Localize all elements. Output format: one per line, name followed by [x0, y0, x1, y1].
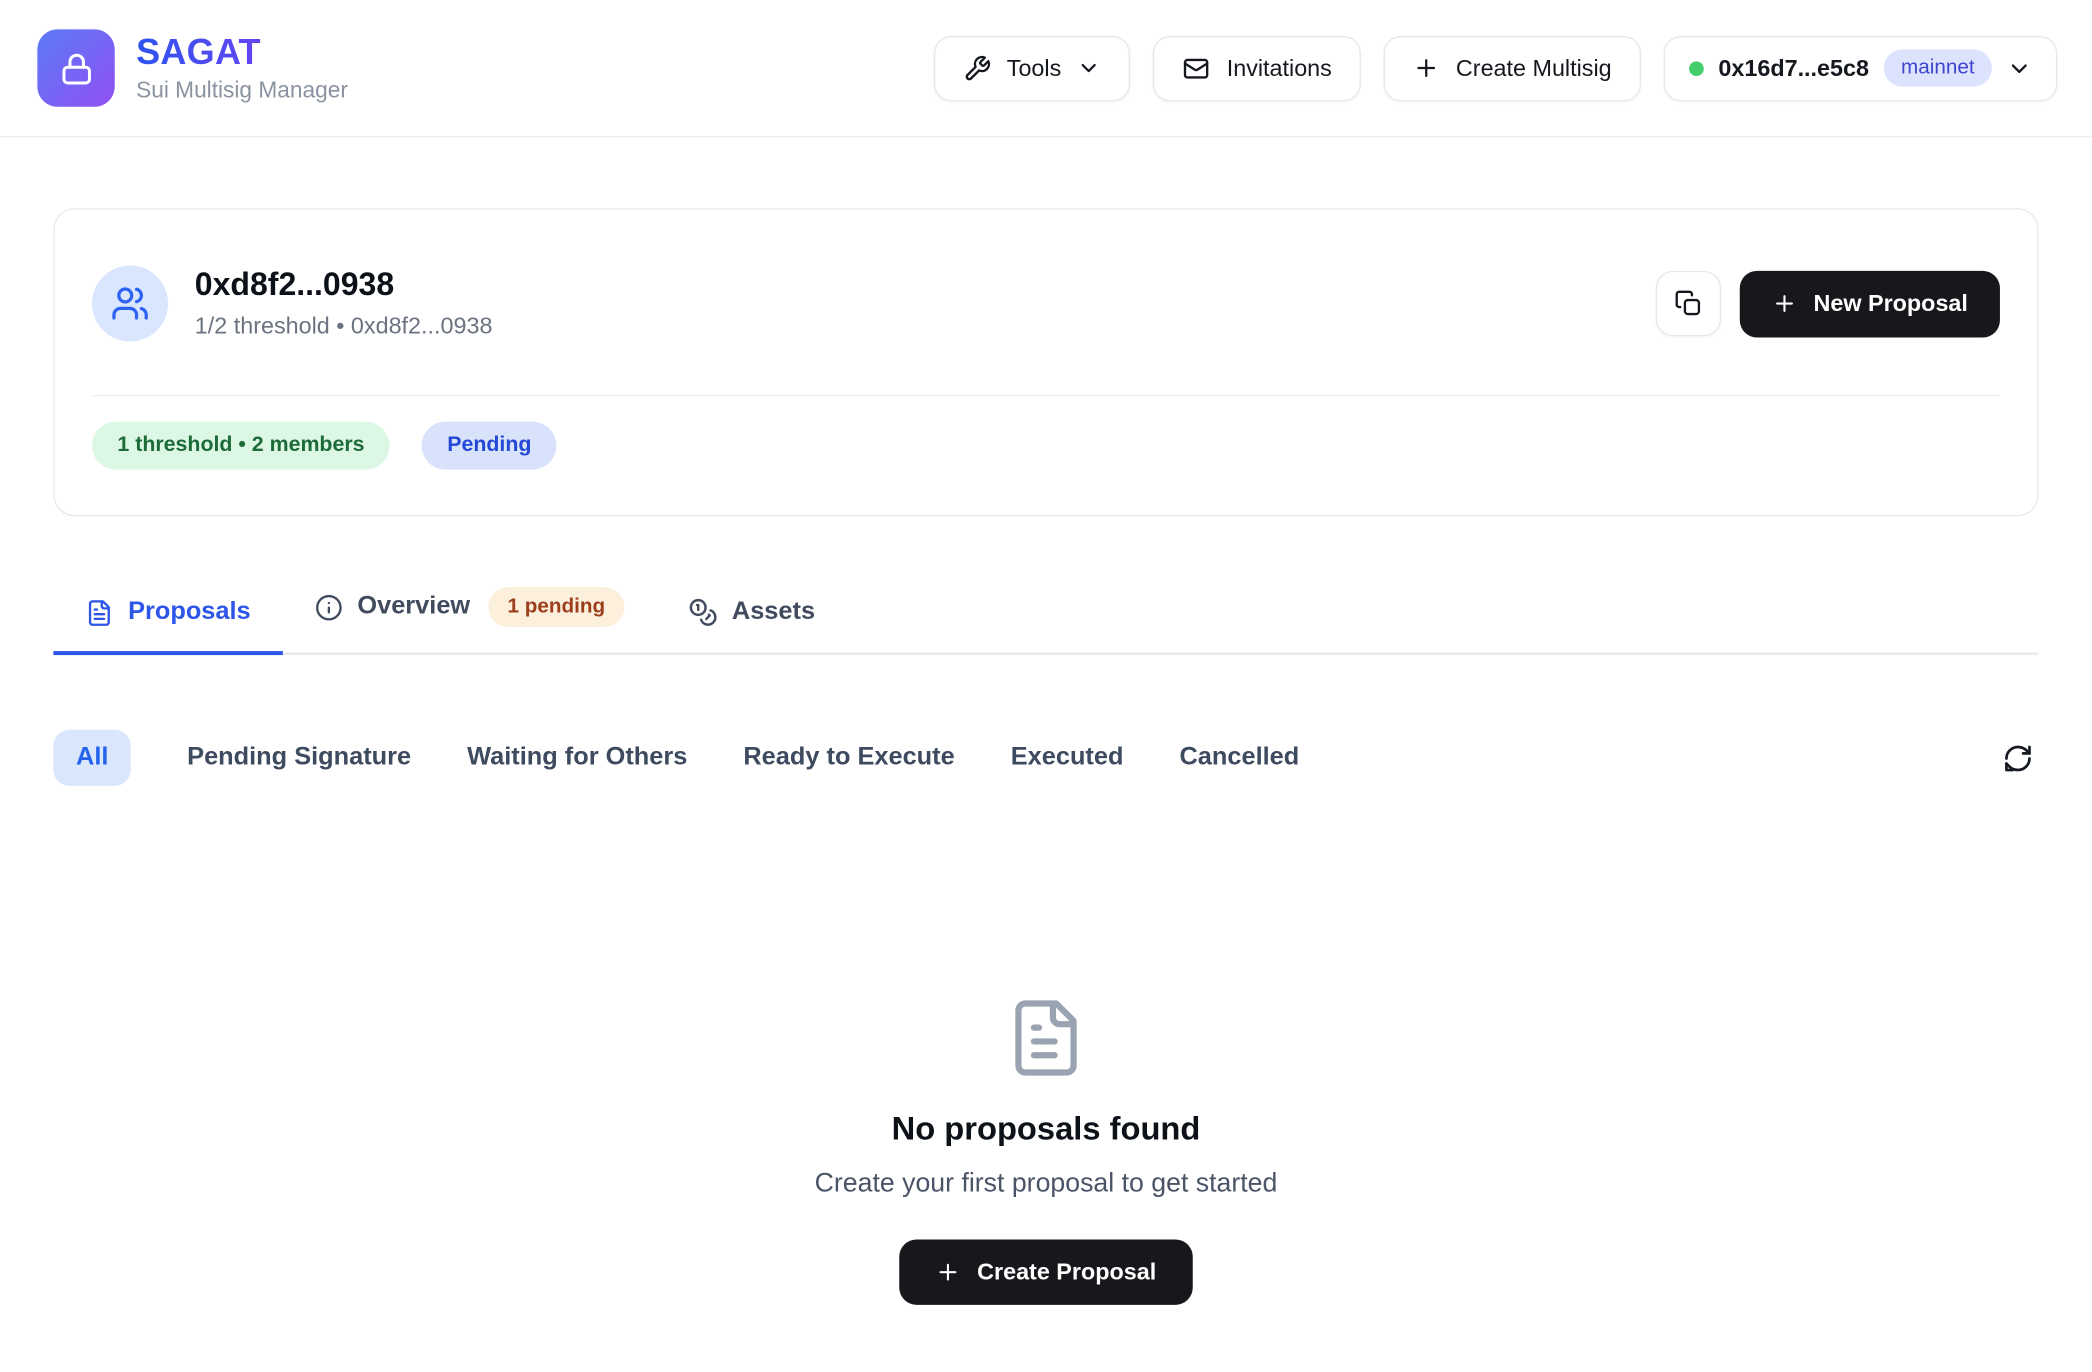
lock-icon — [58, 50, 94, 86]
new-proposal-button[interactable]: New Proposal — [1740, 270, 2000, 337]
filter-pending-signature[interactable]: Pending Signature — [187, 743, 411, 772]
brand-text: SAGAT Sui Multisig Manager — [136, 32, 348, 104]
refresh-button[interactable] — [1997, 737, 2038, 778]
filter-waiting-for-others[interactable]: Waiting for Others — [467, 743, 687, 772]
empty-state-title: No proposals found — [892, 1111, 1201, 1148]
multisig-card-actions: New Proposal — [1656, 270, 2000, 337]
coins-icon — [688, 598, 717, 627]
app-subtitle: Sui Multisig Manager — [136, 77, 348, 104]
pending-count-badge: 1 pending — [489, 587, 624, 627]
tab-overview-label: Overview — [357, 592, 470, 621]
mail-icon — [1183, 54, 1211, 82]
proposal-filters: All Pending Signature Waiting for Others… — [53, 730, 2038, 786]
tab-assets-label: Assets — [732, 598, 815, 627]
create-multisig-label: Create Multisig — [1456, 54, 1612, 82]
app-title: SAGAT — [136, 32, 348, 73]
plus-icon — [936, 1259, 961, 1284]
filter-executed[interactable]: Executed — [1011, 743, 1124, 772]
invitations-label: Invitations — [1227, 54, 1332, 82]
create-proposal-label: Create Proposal — [977, 1258, 1156, 1286]
main-content: 0xd8f2...0938 1/2 threshold • 0xd8f2...0… — [0, 208, 2092, 1305]
tab-proposals[interactable]: Proposals — [53, 584, 282, 655]
copy-icon — [1675, 290, 1703, 318]
app-root: SAGAT Sui Multisig Manager Tools Invitat… — [0, 0, 2092, 1372]
tab-proposals-label: Proposals — [128, 598, 251, 627]
network-badge: mainnet — [1884, 49, 1992, 86]
new-proposal-label: New Proposal — [1814, 290, 1968, 318]
users-icon — [111, 284, 150, 323]
brand: SAGAT Sui Multisig Manager — [37, 29, 348, 106]
multisig-card-header: 0xd8f2...0938 1/2 threshold • 0xd8f2...0… — [92, 266, 2000, 342]
chevron-down-icon — [2007, 55, 2032, 80]
multisig-badges: 1 threshold • 2 members Pending — [92, 422, 2000, 470]
status-badge: Pending — [422, 422, 557, 470]
connection-status-dot — [1689, 61, 1704, 76]
wallet-selector-button[interactable]: 0x16d7...e5c8 mainnet — [1664, 35, 2058, 100]
membership-badge: 1 threshold • 2 members — [92, 422, 390, 470]
empty-state: No proposals found Create your first pro… — [53, 997, 2038, 1305]
tab-bar: Proposals Overview 1 pending Assets — [53, 574, 2038, 655]
empty-state-subtitle: Create your first proposal to get starte… — [815, 1169, 1278, 1200]
filter-all[interactable]: All — [53, 730, 131, 786]
wrench-icon — [963, 54, 991, 82]
plus-icon — [1772, 291, 1797, 316]
tab-overview[interactable]: Overview 1 pending — [283, 574, 656, 655]
multisig-avatar — [92, 266, 168, 342]
chevron-down-icon — [1077, 56, 1101, 80]
refresh-icon — [2003, 742, 2034, 773]
filter-ready-to-execute[interactable]: Ready to Execute — [743, 743, 954, 772]
info-icon — [315, 593, 343, 621]
multisig-title-block: 0xd8f2...0938 1/2 threshold • 0xd8f2...0… — [195, 267, 493, 340]
invitations-button[interactable]: Invitations — [1153, 35, 1361, 100]
tab-assets[interactable]: Assets — [656, 584, 847, 655]
app-header: SAGAT Sui Multisig Manager Tools Invitat… — [0, 0, 2092, 137]
multisig-subtitle: 1/2 threshold • 0xd8f2...0938 — [195, 312, 493, 340]
create-multisig-button[interactable]: Create Multisig — [1384, 35, 1641, 100]
plus-icon — [1413, 55, 1440, 82]
create-proposal-button[interactable]: Create Proposal — [900, 1239, 1192, 1304]
tools-button[interactable]: Tools — [933, 35, 1130, 100]
file-text-icon — [1005, 997, 1088, 1080]
copy-address-button[interactable] — [1656, 271, 1721, 336]
file-text-icon — [85, 598, 113, 626]
multisig-address-title: 0xd8f2...0938 — [195, 267, 493, 304]
header-actions: Tools Invitations Create Multisig 0 — [933, 35, 2057, 100]
multisig-summary-card: 0xd8f2...0938 1/2 threshold • 0xd8f2...0… — [53, 208, 2038, 516]
filter-cancelled[interactable]: Cancelled — [1180, 743, 1300, 772]
card-divider — [92, 395, 2000, 396]
wallet-address: 0x16d7...e5c8 — [1718, 54, 1869, 82]
app-logo — [37, 29, 114, 106]
tools-label: Tools — [1007, 54, 1062, 82]
